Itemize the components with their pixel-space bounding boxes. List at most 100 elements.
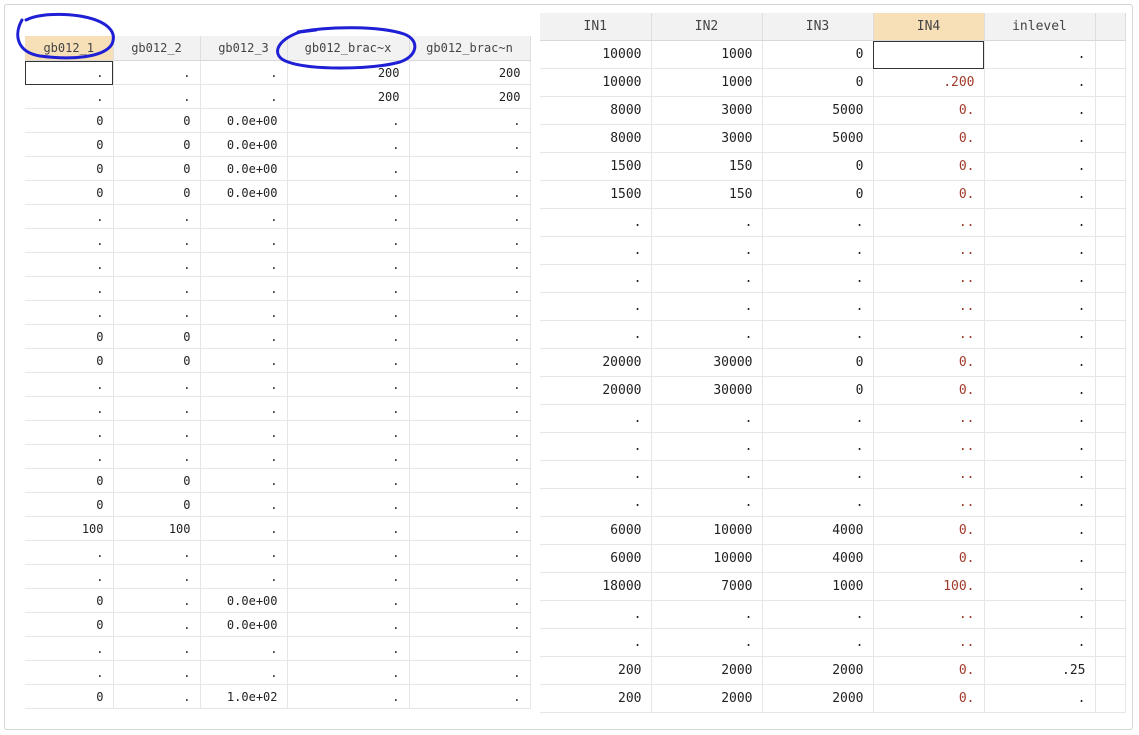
cell-gb012-2[interactable]: 0 — [113, 492, 201, 517]
cell-in3[interactable]: 0 — [762, 180, 874, 209]
cell-in2[interactable]: 10000 — [651, 544, 763, 573]
cell-gb012-2[interactable]: . — [113, 372, 201, 397]
cell-in2[interactable]: . — [651, 264, 763, 293]
cell-in3[interactable]: 4000 — [762, 516, 874, 545]
column-header-gb012-1[interactable]: gb012_1 — [25, 36, 114, 61]
cell-gb012-brac-n[interactable]: . — [409, 540, 531, 565]
cell-in2[interactable]: . — [651, 292, 763, 321]
cell-in1[interactable]: . — [540, 208, 652, 237]
cell-gb012-3[interactable]: . — [200, 540, 288, 565]
cell-gb012-brac-n[interactable]: . — [409, 324, 531, 349]
cell-in1[interactable]: 1500 — [540, 180, 652, 209]
cell-in2[interactable]: . — [651, 208, 763, 237]
cell-gb012-2[interactable]: . — [113, 84, 201, 109]
cell-gb012-brac-n[interactable]: . — [409, 684, 531, 709]
cell-in1[interactable]: 8000 — [540, 124, 652, 153]
cell-gb012-brac-n[interactable]: . — [409, 156, 531, 181]
cell-in4[interactable]: 0. — [873, 684, 985, 713]
cell-gb012-1[interactable]: 0 — [25, 324, 114, 349]
cell-in2[interactable]: 150 — [651, 180, 763, 209]
cell-in3[interactable]: 4000 — [762, 544, 874, 573]
cell-inlevel[interactable]: . — [984, 236, 1096, 265]
cell-in2[interactable]: . — [651, 488, 763, 517]
cell-gb012-brac-x[interactable]: . — [287, 684, 410, 709]
cell-gb012-3[interactable]: . — [200, 396, 288, 421]
cell-gb012-brac-n[interactable]: . — [409, 300, 531, 325]
column-header-gb012-brac-n[interactable]: gb012_brac~n — [409, 36, 531, 61]
cell-inlevel[interactable]: . — [984, 68, 1096, 97]
cell-gb012-brac-x[interactable]: . — [287, 492, 410, 517]
column-header-inlevel[interactable]: inlevel — [984, 13, 1096, 41]
cell-gb012-3[interactable]: 0.0e+00 — [200, 588, 288, 613]
cell-in2[interactable]: . — [651, 404, 763, 433]
cell-gb012-1[interactable]: . — [25, 636, 114, 661]
cell-in4[interactable]: .. — [873, 236, 985, 265]
cell-inlevel[interactable]: . — [984, 320, 1096, 349]
cell-in3[interactable]: . — [762, 460, 874, 489]
cell-gb012-3[interactable]: 1.0e+02 — [200, 684, 288, 709]
cell-in2[interactable]: 10000 — [651, 516, 763, 545]
cell-in3[interactable]: . — [762, 264, 874, 293]
cell-gb012-2[interactable]: . — [113, 420, 201, 445]
cell-in1[interactable]: 20000 — [540, 348, 652, 377]
cell-gb012-brac-n[interactable]: . — [409, 612, 531, 637]
cell-in2[interactable]: . — [651, 628, 763, 657]
cell-gb012-1[interactable]: . — [25, 84, 114, 109]
cell-in1[interactable]: 8000 — [540, 96, 652, 125]
cell-in3[interactable]: 0 — [762, 348, 874, 377]
cell-gb012-brac-n[interactable]: . — [409, 396, 531, 421]
cell-gb012-2[interactable]: . — [113, 204, 201, 229]
cell-gb012-3[interactable]: . — [200, 228, 288, 253]
cell-in4[interactable]: 0. — [873, 656, 985, 685]
cell-inlevel[interactable]: .25 — [984, 656, 1096, 685]
cell-gb012-1[interactable]: 0 — [25, 348, 114, 373]
cell-gb012-brac-x[interactable]: . — [287, 564, 410, 589]
cell-in4[interactable]: .200 — [873, 68, 985, 97]
cell-in1[interactable]: 200 — [540, 656, 652, 685]
cell-inlevel[interactable]: . — [984, 124, 1096, 153]
cell-gb012-3[interactable]: . — [200, 564, 288, 589]
cell-gb012-brac-x[interactable]: . — [287, 396, 410, 421]
cell-inlevel[interactable]: . — [984, 376, 1096, 405]
cell-in4[interactable]: 0. — [873, 544, 985, 573]
cell-gb012-1[interactable]: . — [25, 204, 114, 229]
cell-in1[interactable]: . — [540, 404, 652, 433]
cell-inlevel[interactable]: . — [984, 488, 1096, 517]
cell-gb012-2[interactable]: 0 — [113, 156, 201, 181]
column-header-gb012-brac-x[interactable]: gb012_brac~x — [287, 36, 410, 61]
cell-in2[interactable]: 1000 — [651, 40, 763, 69]
cell-in2[interactable]: . — [651, 600, 763, 629]
cell-gb012-brac-x[interactable]: . — [287, 348, 410, 373]
cell-gb012-brac-x[interactable]: . — [287, 300, 410, 325]
cell-in1[interactable]: . — [540, 236, 652, 265]
cell-in1[interactable]: . — [540, 600, 652, 629]
cell-in3[interactable]: 1000 — [762, 572, 874, 601]
cell-gb012-brac-n[interactable]: 200 — [409, 60, 531, 85]
cell-gb012-3[interactable]: . — [200, 516, 288, 541]
cell-gb012-2[interactable]: 0 — [113, 108, 201, 133]
cell-gb012-2[interactable]: 0 — [113, 132, 201, 157]
cell-in4[interactable]: 0. — [873, 516, 985, 545]
cell-in1[interactable]: 1500 — [540, 152, 652, 181]
cell-gb012-brac-n[interactable]: . — [409, 252, 531, 277]
cell-gb012-brac-n[interactable]: . — [409, 660, 531, 685]
cell-gb012-1[interactable]: . — [25, 564, 114, 589]
cell-in4[interactable]: .. — [873, 488, 985, 517]
cell-in3[interactable]: 0 — [762, 40, 874, 69]
cell-gb012-2[interactable]: . — [113, 636, 201, 661]
cell-gb012-1[interactable]: 0 — [25, 156, 114, 181]
column-header-gb012-2[interactable]: gb012_2 — [113, 36, 201, 61]
cell-inlevel[interactable]: . — [984, 208, 1096, 237]
cell-gb012-3[interactable]: . — [200, 660, 288, 685]
cell-gb012-brac-n[interactable]: . — [409, 564, 531, 589]
cell-in3[interactable]: 0 — [762, 152, 874, 181]
cell-in1[interactable]: 10000 — [540, 40, 652, 69]
cell-gb012-2[interactable]: . — [113, 60, 201, 85]
cell-gb012-3[interactable]: . — [200, 300, 288, 325]
cell-gb012-3[interactable]: . — [200, 60, 288, 85]
cell-gb012-3[interactable]: . — [200, 420, 288, 445]
cell-gb012-brac-n[interactable]: . — [409, 180, 531, 205]
cell-gb012-brac-x[interactable]: . — [287, 540, 410, 565]
cell-inlevel[interactable]: . — [984, 432, 1096, 461]
cell-gb012-1[interactable]: 100 — [25, 516, 114, 541]
